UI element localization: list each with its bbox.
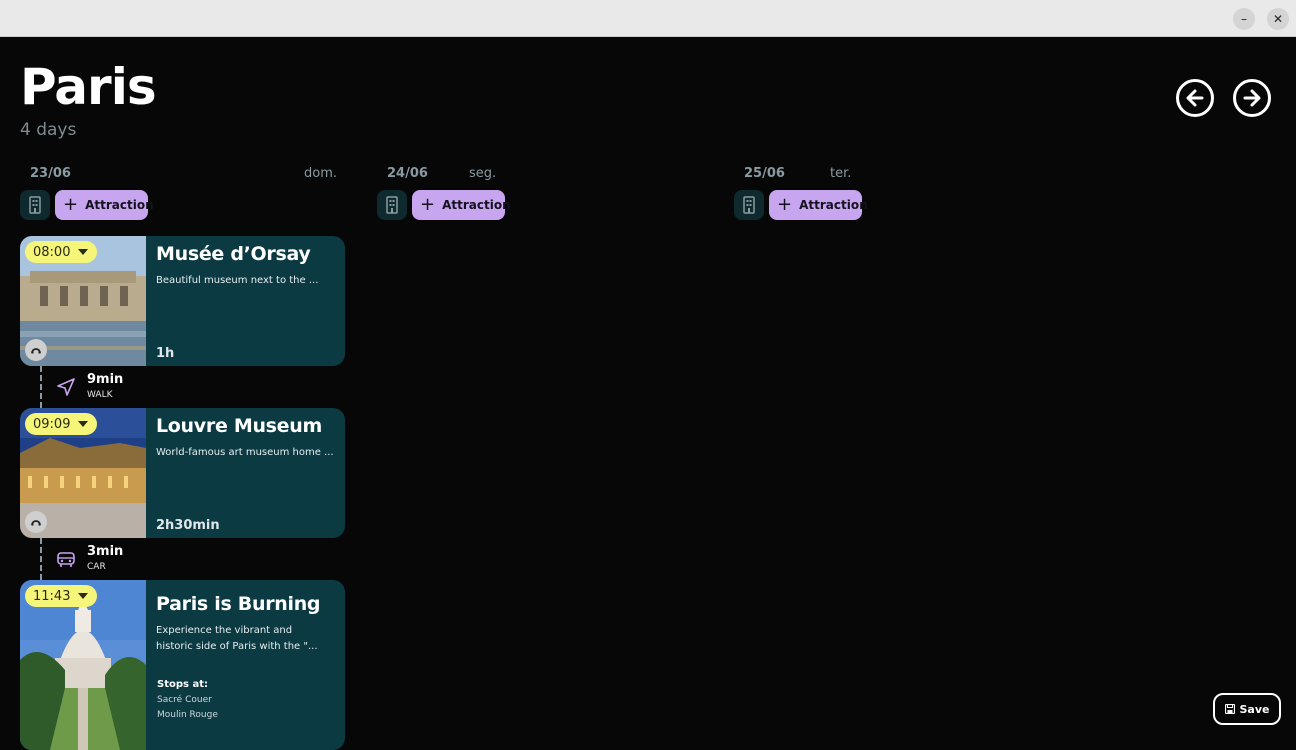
plus-icon: +: [420, 194, 436, 215]
travel-mode: WALK: [87, 390, 113, 400]
day-weekday: ter.: [830, 166, 852, 181]
stops-title: Stops at:: [157, 679, 208, 690]
add-attraction-button[interactable]: + Attraction: [55, 190, 154, 220]
time-picker[interactable]: 09:09: [25, 413, 97, 435]
plus-icon: +: [63, 194, 79, 215]
activity-title: Musée d’Orsay: [156, 243, 311, 265]
navigation-arrow-icon: [57, 378, 75, 396]
add-hotel-button[interactable]: [20, 190, 50, 220]
caret-down-icon: [78, 421, 89, 427]
stop-item: Moulin Rouge: [157, 710, 218, 720]
next-day-button[interactable]: [1233, 79, 1271, 117]
lock-toggle-icon[interactable]: [25, 511, 47, 533]
time-picker[interactable]: 11:43: [25, 585, 97, 607]
add-hotel-button[interactable]: [734, 190, 764, 220]
car-icon: [57, 552, 75, 567]
arrow-left-circle-icon: [1186, 89, 1204, 107]
day-weekday: dom.: [304, 166, 338, 181]
activity-card[interactable]: 08:00 Musée d’Orsay Beautiful museum nex…: [20, 236, 345, 366]
activity-description: World-famous art museum home ...: [156, 447, 334, 458]
add-attraction-label: Attraction: [442, 198, 511, 212]
minimize-glyph: –: [1241, 12, 1247, 26]
save-label: Save: [1239, 702, 1270, 716]
add-hotel-button[interactable]: [377, 190, 407, 220]
caret-down-icon: [78, 249, 89, 255]
activity-description: Beautiful museum next to the ...: [156, 275, 319, 286]
activity-description-line: Experience the vibrant and: [156, 625, 293, 636]
add-attraction-button[interactable]: + Attraction: [412, 190, 511, 220]
stop-item: Sacré Couer: [157, 695, 212, 705]
activity-title: Paris is Burning: [156, 593, 321, 615]
minimize-icon[interactable]: –: [1233, 8, 1255, 30]
trip-duration: 4 days: [20, 120, 77, 140]
building-icon: [386, 196, 398, 214]
activity-time: 09:09: [33, 416, 71, 432]
activity-description-line: historic side of Paris with the "...: [156, 641, 318, 652]
activity-duration: 2h30min: [156, 518, 220, 533]
lock-toggle-icon[interactable]: [25, 339, 47, 361]
day-date: 25/06: [744, 166, 785, 181]
window-titlebar: – ✕: [0, 0, 1296, 37]
previous-day-button[interactable]: [1176, 79, 1214, 117]
travel-connector: [40, 538, 42, 580]
activity-time: 11:43: [33, 588, 71, 604]
page-title: Paris: [20, 58, 157, 116]
travel-time: 9min: [87, 372, 124, 387]
building-icon: [743, 196, 755, 214]
add-attraction-label: Attraction: [799, 198, 868, 212]
add-attraction-label: Attraction: [85, 198, 154, 212]
caret-down-icon: [78, 593, 89, 599]
building-icon: [29, 196, 41, 214]
travel-mode: CAR: [87, 562, 106, 572]
close-icon[interactable]: ✕: [1267, 8, 1289, 30]
time-picker[interactable]: 08:00: [25, 241, 97, 263]
day-date: 24/06: [387, 166, 428, 181]
activity-duration: 1h: [156, 346, 175, 361]
floppy-disk-icon: [1224, 704, 1235, 714]
save-button[interactable]: Save: [1213, 693, 1281, 725]
travel-time: 3min: [87, 544, 124, 559]
add-attraction-button[interactable]: + Attraction: [769, 190, 868, 220]
arrow-right-circle-icon: [1243, 89, 1261, 107]
activity-card[interactable]: 11:43 Paris is Burning Experience the vi…: [20, 580, 345, 750]
day-weekday: seg.: [469, 166, 497, 181]
close-glyph: ✕: [1272, 12, 1284, 26]
activity-title: Louvre Museum: [156, 415, 322, 437]
activity-card[interactable]: 09:09 Louvre Museum World-famous art mus…: [20, 408, 345, 538]
day-date: 23/06: [30, 166, 71, 181]
plus-icon: +: [777, 194, 793, 215]
travel-connector: [40, 366, 42, 408]
activity-time: 08:00: [33, 244, 71, 260]
